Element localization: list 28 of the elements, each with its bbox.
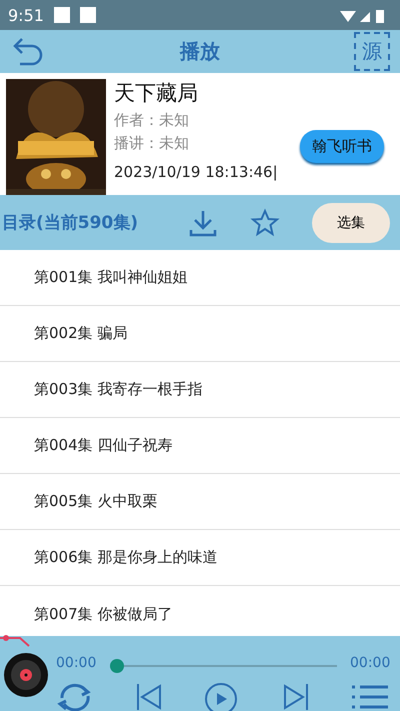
episode-item[interactable]: 第002集 骗局 bbox=[0, 306, 400, 362]
episode-item[interactable]: 第007集 你被做局了 bbox=[0, 586, 400, 636]
catalog-title: 目录(当前590集) bbox=[2, 212, 140, 234]
seek-slider[interactable] bbox=[110, 659, 124, 673]
star-icon[interactable] bbox=[250, 208, 280, 238]
author-label: 作者：未知 bbox=[114, 111, 189, 130]
clock: 9:51 bbox=[8, 6, 44, 24]
episode-item[interactable]: 第003集 我寄存一根手指 bbox=[0, 362, 400, 418]
playlist-icon[interactable] bbox=[352, 684, 388, 711]
total-time: 00:00 bbox=[350, 655, 390, 671]
screen-title: 播放 bbox=[180, 38, 220, 65]
next-icon[interactable] bbox=[283, 684, 309, 710]
episode-item[interactable]: 第001集 我叫神仙姐姐 bbox=[0, 250, 400, 306]
episode-item[interactable]: 第004集 四仙子祝寿 bbox=[0, 418, 400, 474]
episode-item[interactable]: 第006集 那是你身上的味道 bbox=[0, 530, 400, 586]
app-button[interactable]: 翰飞听书 bbox=[300, 130, 384, 163]
tonearm-icon bbox=[0, 634, 32, 648]
episode-item[interactable]: 第005集 火中取栗 bbox=[0, 474, 400, 530]
update-time: 2023/10/19 18:13:46| bbox=[114, 163, 278, 181]
select-episodes-button[interactable]: 选集 bbox=[312, 202, 390, 242]
vinyl-icon bbox=[3, 652, 49, 698]
narrator-label: 播讲：未知 bbox=[114, 134, 189, 153]
notification-icon bbox=[80, 7, 96, 23]
book-title: 天下藏局 bbox=[114, 80, 198, 107]
elapsed-time: 00:00 bbox=[56, 655, 96, 671]
previous-icon[interactable] bbox=[136, 684, 162, 710]
notification-icon bbox=[54, 7, 70, 23]
play-icon[interactable] bbox=[204, 682, 238, 711]
